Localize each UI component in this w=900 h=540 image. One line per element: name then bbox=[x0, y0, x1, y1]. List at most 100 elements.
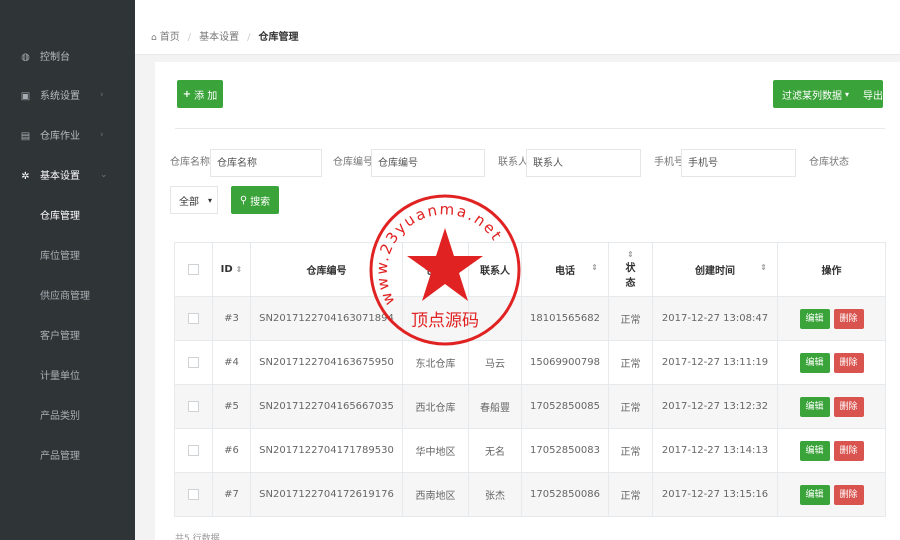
cell-actions: 编辑 删除 bbox=[777, 384, 886, 429]
cell-phone: 18101565682 bbox=[521, 296, 609, 341]
status-select-value: 全部 bbox=[179, 196, 199, 208]
table-row[interactable]: #4 SN20171227041636​75950 东北仓库 马云 150699… bbox=[174, 340, 886, 385]
delete-button[interactable]: 删除 bbox=[833, 440, 864, 461]
checkbox[interactable] bbox=[188, 263, 199, 275]
caret-down-icon: ▾ bbox=[207, 196, 212, 205]
header-contact: 联系人 bbox=[468, 242, 522, 297]
cogs-icon: ✲ bbox=[21, 171, 30, 182]
breadcrumb-current: 仓库管理 bbox=[258, 32, 299, 43]
row-checkbox-cell[interactable] bbox=[174, 296, 213, 341]
cell-created: 2017-12-27 13:11:19 bbox=[652, 340, 778, 385]
row-checkbox-cell[interactable] bbox=[174, 340, 213, 385]
filter-columns-dropdown[interactable]: 过滤某列数据 ▾ bbox=[782, 87, 849, 102]
delete-button[interactable]: 删除 bbox=[833, 352, 864, 373]
sidebar-subitem-label: 产品管理 bbox=[40, 451, 80, 462]
export-button[interactable]: 导出 bbox=[863, 87, 883, 102]
cell-actions: 编辑 删除 bbox=[777, 296, 886, 341]
breadcrumb-basic-settings[interactable]: 基本设置 bbox=[199, 32, 239, 44]
divider bbox=[175, 128, 885, 129]
checkbox[interactable] bbox=[188, 400, 199, 412]
edit-button[interactable]: 编辑 bbox=[799, 308, 830, 329]
cell-code: SN20171227041656​67035 bbox=[250, 384, 403, 429]
breadcrumb-home[interactable]: 首页 bbox=[160, 32, 180, 44]
checkbox[interactable] bbox=[188, 488, 199, 500]
row-checkbox-cell[interactable] bbox=[174, 384, 213, 429]
edit-button[interactable]: 编辑 bbox=[799, 484, 830, 505]
sidebar-subitem-label: 产品类别 bbox=[40, 411, 80, 422]
sidebar-item-label: 仓库作业 bbox=[40, 131, 80, 142]
header-label: 联系人 bbox=[480, 266, 510, 277]
warehouse-name-input[interactable] bbox=[210, 149, 322, 177]
delete-button[interactable]: 删除 bbox=[833, 484, 864, 505]
cell-contact: 张杰 bbox=[468, 472, 522, 517]
cell-name: 西南地区 bbox=[402, 472, 469, 517]
edit-button[interactable]: 编辑 bbox=[799, 352, 830, 373]
sidebar-subitem-label: 客户管理 bbox=[40, 331, 80, 342]
table-row[interactable]: #6 SN20171227041717​89530 华中地区 无名 170528… bbox=[174, 428, 886, 473]
checkbox[interactable] bbox=[188, 444, 199, 456]
table-row[interactable]: #5 SN20171227041656​67035 西北仓库 春船豐 17052… bbox=[174, 384, 886, 429]
header-label: 电话 bbox=[555, 266, 575, 277]
header-label: 仓库 bbox=[425, 266, 446, 277]
sidebar-item-basic-settings[interactable]: ✲ 基本设置 ⌄ bbox=[0, 157, 135, 197]
sidebar-item-dashboard[interactable]: ◍ 控制台 bbox=[0, 38, 135, 78]
cell-name: 西北仓库 bbox=[402, 384, 469, 429]
sidebar-subitem-unit[interactable]: 计量单位 bbox=[0, 357, 135, 397]
header-phone[interactable]: 电话 ⇕ bbox=[521, 242, 609, 297]
search-button[interactable]: ⚲ 搜索 bbox=[231, 186, 279, 214]
contact-label: 联系人 bbox=[498, 157, 528, 168]
edit-button[interactable]: 编辑 bbox=[799, 440, 830, 461]
checkbox[interactable] bbox=[188, 356, 199, 368]
cell-phone: 15069900798 bbox=[521, 340, 609, 385]
header-label: 态 bbox=[625, 278, 636, 289]
sidebar-item-system-settings[interactable]: ▣ 系统设置 › bbox=[0, 77, 135, 117]
sort-icon: ⇕ bbox=[760, 263, 767, 272]
header-label: 状 bbox=[625, 263, 636, 274]
sidebar-item-label: 基本设置 bbox=[40, 171, 80, 182]
warehouse-table: ID ⇕ 仓库编号 仓库 联系人 电话 ⇕ ⇕ 状 态 创建时间 ⇕ 操作 #3 SN… bbox=[174, 242, 886, 517]
sidebar-subitem-label: 计量单位 bbox=[40, 371, 80, 382]
breadcrumb-bar: ⌂ 首页 / 基本设置 / 仓库管理 bbox=[135, 0, 900, 55]
header-select-all[interactable] bbox=[174, 242, 213, 297]
status-select[interactable]: 全部 ▾ bbox=[170, 186, 218, 214]
sidebar-subitem-customer[interactable]: 客户管理 bbox=[0, 317, 135, 357]
header-status[interactable]: ⇕ 状 态 bbox=[608, 242, 653, 297]
checkbox[interactable] bbox=[188, 312, 199, 324]
header-id[interactable]: ID ⇕ bbox=[212, 242, 251, 297]
contact-input[interactable] bbox=[526, 149, 641, 177]
search-button-label: 搜索 bbox=[250, 196, 271, 208]
phone-input[interactable] bbox=[681, 149, 796, 177]
cell-code: SN20171227041636​75950 bbox=[250, 340, 403, 385]
cell-status: 正常 bbox=[608, 384, 653, 429]
row-checkbox-cell[interactable] bbox=[174, 428, 213, 473]
cell-name: 东北仓库 bbox=[402, 340, 469, 385]
cell-code: SN20171227041726​19176 bbox=[250, 472, 403, 517]
sort-icon: ⇕ bbox=[627, 250, 634, 259]
cell-status: 正常 bbox=[608, 428, 653, 473]
table-row[interactable]: #7 SN20171227041726​19176 西南地区 张杰 170528… bbox=[174, 472, 886, 517]
add-button[interactable]: + 添 加 bbox=[177, 80, 223, 108]
sidebar-subitem-label: 仓库管理 bbox=[40, 211, 80, 222]
cell-created: 2017-12-27 13:08:47 bbox=[652, 296, 778, 341]
warehouse-code-input[interactable] bbox=[371, 149, 485, 177]
edit-button[interactable]: 编辑 bbox=[799, 396, 830, 417]
cell-id: #6 bbox=[212, 428, 251, 473]
sidebar-subitem-supplier[interactable]: 供应商管理 bbox=[0, 277, 135, 317]
sidebar-subitem-product[interactable]: 产品管理 bbox=[0, 437, 135, 477]
sidebar-item-warehouse-ops[interactable]: ▤ 仓库作业 › bbox=[0, 117, 135, 157]
delete-button[interactable]: 删除 bbox=[833, 396, 864, 417]
row-checkbox-cell[interactable] bbox=[174, 472, 213, 517]
row-count-summary: 共5 行数据 bbox=[175, 534, 220, 540]
sidebar-subitem-location[interactable]: 库位管理 bbox=[0, 237, 135, 277]
sidebar-subitem-warehouse[interactable]: 仓库管理 bbox=[0, 197, 135, 237]
cell-name bbox=[402, 296, 469, 341]
warehouse-code-label: 仓库编号 bbox=[333, 157, 373, 168]
header-label: 操作 bbox=[821, 266, 842, 277]
sidebar-subitem-category[interactable]: 产品类别 bbox=[0, 397, 135, 437]
header-label: ID bbox=[220, 264, 233, 275]
table-row[interactable]: #3 SN20171227041630​71894 18101565682 正常… bbox=[174, 296, 886, 341]
delete-button[interactable]: 删除 bbox=[833, 308, 864, 329]
sort-icon: ⇕ bbox=[591, 263, 598, 272]
sidebar-subitem-label: 库位管理 bbox=[40, 251, 80, 262]
header-created-time[interactable]: 创建时间 ⇕ bbox=[652, 242, 778, 297]
